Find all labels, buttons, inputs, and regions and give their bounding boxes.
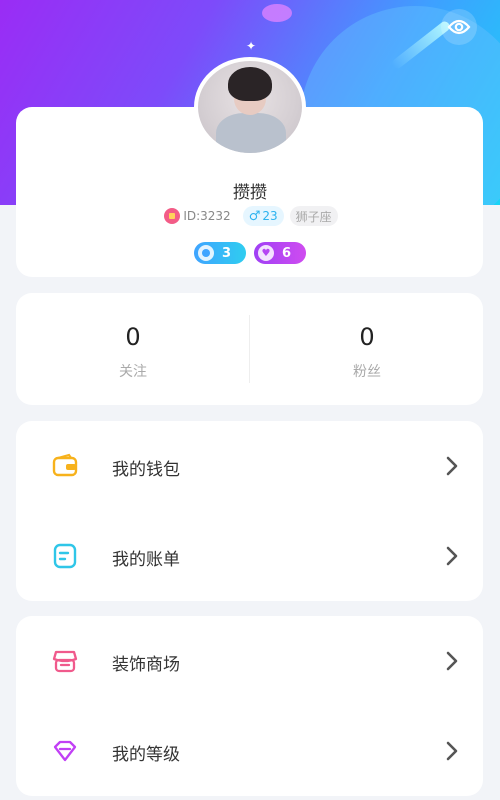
menu-group-extras: 装饰商场 我的等级	[16, 616, 483, 796]
wallet-icon	[52, 453, 78, 477]
fans-stat[interactable]: 0 粉丝	[250, 293, 484, 405]
age-text: 23	[262, 209, 278, 223]
gender-age-tag: ♂ 23	[242, 206, 284, 226]
menu-item-store[interactable]: 装饰商场	[16, 616, 483, 706]
eye-settings-icon	[447, 19, 471, 35]
zodiac-tag: 狮子座	[289, 206, 338, 226]
menu-item-wallet[interactable]: 我的钱包	[16, 421, 483, 511]
follow-stats-card: 0 关注 0 粉丝	[16, 293, 483, 405]
charm-level-value: 6	[282, 245, 292, 261]
wealth-level-value: 3	[222, 245, 232, 261]
male-icon: ♂	[248, 208, 261, 224]
wealth-level-badge[interactable]: 3	[194, 242, 246, 264]
fans-label: 粉丝	[353, 364, 381, 380]
menu-label-level: 我的等级	[112, 745, 180, 765]
wealth-level-icon	[198, 245, 214, 261]
level-gem-icon	[53, 740, 77, 762]
profile-tags: ID:3232 ♂ 23 狮子座	[0, 206, 500, 226]
level-badges: 3 ♥ 6	[0, 242, 500, 264]
chevron-right-icon	[446, 741, 458, 761]
chevron-right-icon	[446, 456, 458, 476]
menu-item-level[interactable]: 我的等级	[16, 706, 483, 796]
charm-level-badge[interactable]: ♥ 6	[254, 242, 306, 264]
id-badge-icon	[164, 208, 181, 224]
user-id-text: ID:3232	[183, 209, 231, 223]
following-label: 关注	[119, 364, 147, 380]
chevron-right-icon	[446, 651, 458, 671]
menu-label-store: 装饰商场	[112, 655, 180, 675]
fans-count: 0	[359, 323, 375, 351]
menu-item-bill[interactable]: 我的账单	[16, 511, 483, 601]
following-stat[interactable]: 0 关注	[16, 293, 250, 405]
bill-icon	[53, 543, 77, 569]
store-icon	[52, 650, 78, 673]
chevron-right-icon	[446, 546, 458, 566]
settings-button[interactable]	[441, 9, 477, 45]
heart-icon: ♥	[258, 245, 274, 261]
avatar[interactable]	[194, 57, 306, 157]
nickname: 攒攒	[233, 183, 267, 203]
menu-group-finance: 我的钱包 我的账单	[16, 421, 483, 601]
following-count: 0	[125, 323, 141, 351]
decor-star: ✦	[246, 39, 257, 53]
menu-label-bill: 我的账单	[112, 550, 180, 570]
decor-bubble	[262, 4, 292, 22]
user-id-tag: ID:3232	[162, 206, 236, 226]
menu-label-wallet: 我的钱包	[112, 460, 180, 480]
